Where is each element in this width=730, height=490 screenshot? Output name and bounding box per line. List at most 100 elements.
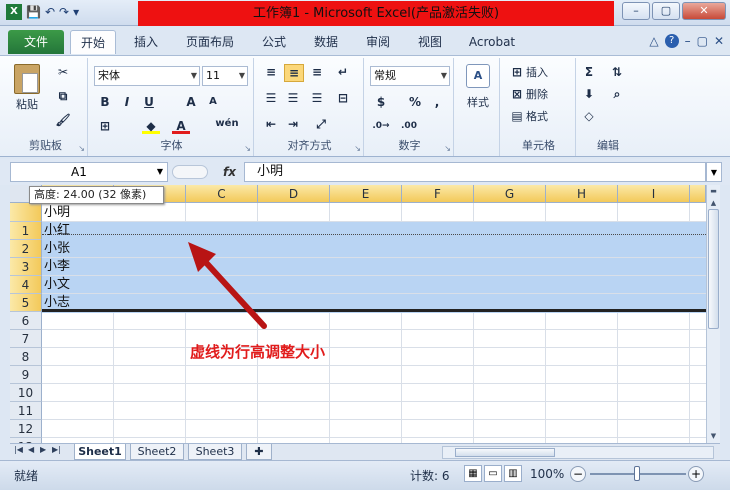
fill-button[interactable]: ⬇ [580, 86, 598, 102]
comma-button[interactable]: , [428, 94, 446, 110]
format-painter-icon[interactable]: 🖌 [54, 112, 72, 128]
font-size-select[interactable]: 11 ▼ [202, 66, 248, 86]
selected-range[interactable] [42, 222, 706, 313]
number-format-select[interactable]: 常规 ▼ [370, 66, 450, 86]
page-layout-view-icon[interactable]: ▭ [484, 465, 502, 482]
decrease-indent-button[interactable]: ⇤ [262, 116, 280, 132]
clipboard-launcher-icon[interactable]: ↘ [78, 144, 85, 153]
row-header-12[interactable]: 12 [10, 420, 42, 438]
page-break-view-icon[interactable]: ▥ [504, 465, 522, 482]
sort-filter-button[interactable]: ⇅ [608, 64, 626, 80]
row-header-4[interactable]: 4 [10, 276, 42, 294]
sheet-tab-sheet2[interactable]: Sheet2 [130, 444, 184, 460]
close-button[interactable]: ✕ [682, 2, 726, 20]
wrap-text-button[interactable]: ↵ [334, 64, 352, 80]
customize-qat-icon[interactable]: ▾ [73, 5, 79, 19]
first-sheet-icon[interactable]: |◀ [14, 445, 23, 454]
tab-formulas[interactable]: 公式 [254, 30, 294, 54]
sheet-tab-sheet1[interactable]: Sheet1 [74, 444, 126, 460]
autosum-button[interactable]: Σ [580, 64, 598, 80]
vertical-scrollbar[interactable]: ▬ ▲ ▼ [706, 185, 720, 443]
tab-data[interactable]: 数据 [306, 30, 346, 54]
maximize-button[interactable]: ▢ [652, 2, 680, 20]
font-launcher-icon[interactable]: ↘ [244, 144, 251, 153]
align-left-button[interactable]: ☰ [262, 90, 280, 106]
insert-function-button[interactable]: fx [172, 162, 240, 182]
align-right-button[interactable]: ☰ [308, 90, 326, 106]
phonetic-button[interactable]: wén [214, 116, 240, 132]
tab-file[interactable]: 文件 [8, 30, 64, 54]
find-select-button[interactable]: ⌕ [608, 86, 626, 102]
save-icon[interactable]: 💾 [26, 5, 41, 19]
font-name-select[interactable]: 宋体 ▼ [94, 66, 200, 86]
fill-color-button[interactable]: ◆ [142, 118, 160, 134]
copy-icon[interactable]: ⧉ [54, 88, 72, 104]
decrease-decimal-button[interactable]: .00 [400, 118, 418, 134]
redo-icon[interactable]: ↷ [59, 5, 69, 19]
column-header-f[interactable]: F [402, 185, 474, 203]
undo-icon[interactable]: ↶ [45, 5, 55, 19]
row-header-2[interactable]: 2 [10, 240, 42, 258]
merge-center-button[interactable]: ⊟ [334, 90, 352, 106]
align-middle-button[interactable]: ≡ [284, 64, 304, 82]
column-header-j[interactable] [690, 185, 706, 203]
tab-page-layout[interactable]: 页面布局 [178, 30, 242, 54]
normal-view-icon[interactable]: ▦ [464, 465, 482, 482]
row-header-hidden[interactable] [10, 203, 42, 222]
styles-button[interactable]: A 样式 [462, 64, 494, 110]
row-header-8[interactable]: 8 [10, 348, 42, 366]
shrink-font-button[interactable]: A [204, 94, 222, 110]
align-top-button[interactable]: ≡ [262, 64, 280, 80]
currency-button[interactable]: $ [372, 94, 390, 110]
row-header-10[interactable]: 10 [10, 384, 42, 402]
row-header-11[interactable]: 11 [10, 402, 42, 420]
workbook-minimize-icon[interactable]: – [685, 34, 691, 48]
scroll-down-icon[interactable]: ▼ [707, 430, 720, 443]
tab-review[interactable]: 审阅 [358, 30, 398, 54]
column-header-d[interactable]: D [258, 185, 330, 203]
tab-home[interactable]: 开始 [70, 30, 116, 54]
increase-decimal-button[interactable]: .0→ [372, 118, 390, 134]
new-sheet-icon[interactable]: ✚ [246, 444, 272, 460]
delete-cells-button[interactable]: ⊠ 删除 [508, 86, 548, 102]
zoom-in-button[interactable]: + [688, 466, 704, 482]
format-cells-button[interactable]: ▤ 格式 [508, 108, 548, 124]
column-header-i[interactable]: I [618, 185, 690, 203]
grow-font-button[interactable]: A [182, 94, 200, 110]
next-sheet-icon[interactable]: ▶ [40, 445, 46, 454]
zoom-slider-thumb[interactable] [634, 466, 640, 481]
increase-indent-button[interactable]: ⇥ [284, 116, 302, 132]
row-header-3[interactable]: 3 [10, 258, 42, 276]
horizontal-scrollbar[interactable] [442, 446, 714, 459]
row-header-9[interactable]: 9 [10, 366, 42, 384]
underline-button[interactable]: U [140, 94, 158, 110]
column-header-c[interactable]: C [186, 185, 258, 203]
zoom-out-button[interactable]: − [570, 466, 586, 482]
minimize-button[interactable]: – [622, 2, 650, 20]
last-sheet-icon[interactable]: ▶| [52, 445, 61, 454]
orientation-button[interactable]: ⤢ [312, 116, 330, 132]
row-header-7[interactable]: 7 [10, 330, 42, 348]
font-color-button[interactable]: A [172, 118, 190, 134]
insert-cells-button[interactable]: ⊞ 插入 [508, 64, 548, 80]
borders-button[interactable]: ⊞ [96, 118, 114, 134]
help-icon[interactable]: ? [664, 34, 679, 48]
column-header-g[interactable]: G [474, 185, 546, 203]
alignment-launcher-icon[interactable]: ↘ [354, 144, 361, 153]
vertical-scroll-thumb[interactable] [708, 209, 719, 329]
formula-input[interactable]: 小明 [244, 162, 706, 182]
clear-button[interactable]: ◇ [580, 108, 598, 124]
prev-sheet-icon[interactable]: ◀ [28, 445, 34, 454]
tab-acrobat[interactable]: Acrobat [462, 30, 522, 54]
name-box[interactable]: A1 ▼ [10, 162, 168, 182]
number-launcher-icon[interactable]: ↘ [444, 144, 451, 153]
horizontal-scroll-thumb[interactable] [455, 448, 555, 457]
percent-button[interactable]: % [406, 94, 424, 110]
row-header-5[interactable]: 5 [10, 294, 42, 312]
zoom-level[interactable]: 100% [530, 467, 564, 481]
worksheet-grid[interactable]: A B C D E F G H I 1 2 3 4 5 6 7 8 9 10 1… [10, 185, 706, 443]
row-header-6[interactable]: 6 [10, 312, 42, 330]
align-center-button[interactable]: ☰ [284, 90, 302, 106]
cut-icon[interactable]: ✂ [54, 64, 72, 80]
column-header-h[interactable]: H [546, 185, 618, 203]
